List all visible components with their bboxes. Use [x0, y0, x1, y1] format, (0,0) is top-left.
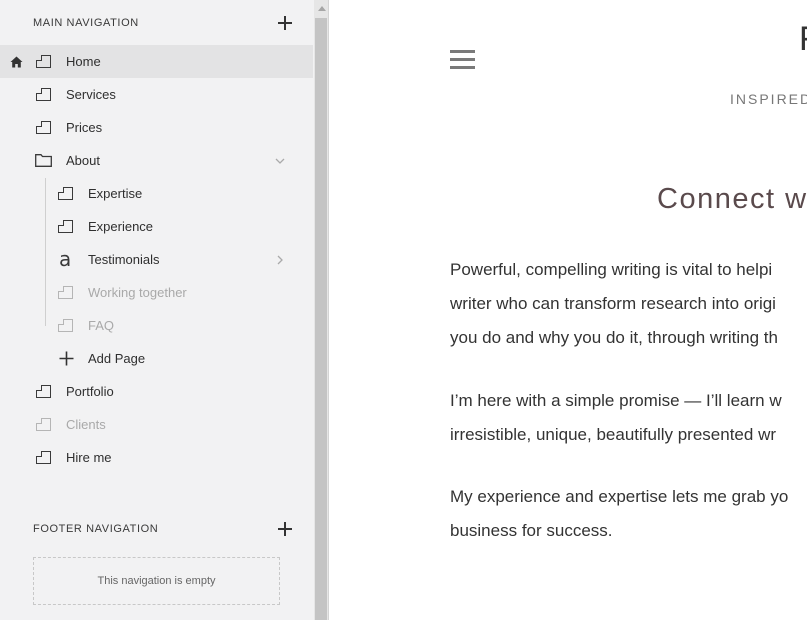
chevron-down-icon[interactable]: [275, 156, 285, 166]
paragraph-line: business for success.: [450, 521, 613, 540]
nav-item-label: Clients: [66, 417, 106, 432]
page-icon: [57, 285, 73, 299]
page-heading: Connect w: [657, 183, 807, 215]
paragraph-line: My experience and expertise lets me grab…: [450, 487, 789, 506]
page-icon: [35, 417, 51, 431]
add-page-label: Add Page: [88, 351, 146, 366]
paragraph-line: irresistible, unique, beautifully presen…: [450, 425, 777, 444]
main-navigation-title: MAIN NAVIGATION: [33, 17, 139, 29]
nav-item-services[interactable]: Services: [0, 78, 313, 111]
main-navigation-header: MAIN NAVIGATION: [33, 13, 293, 33]
footer-navigation-empty-state: This navigation is empty: [33, 557, 280, 605]
empty-state-text: This navigation is empty: [97, 575, 216, 587]
nav-item-label: Testimonials: [88, 252, 160, 267]
nav-item-about[interactable]: About: [0, 144, 313, 177]
page-icon: [35, 450, 51, 464]
svg-text:a: a: [59, 250, 71, 270]
plus-icon: [59, 351, 74, 366]
nav-item-label: Services: [66, 87, 116, 102]
paragraph-line: Powerful, compelling writing is vital to…: [450, 260, 773, 279]
paragraph-line: you do and why you do it, through writin…: [450, 328, 778, 347]
add-footer-navigation-item-button[interactable]: [277, 521, 293, 537]
nav-item-label: FAQ: [88, 318, 115, 333]
site-preview: F INSPIRED Connect w Powerful, compellin…: [330, 0, 807, 620]
nav-item-home[interactable]: Home: [0, 45, 313, 78]
scroll-up-arrow-icon[interactable]: [318, 6, 326, 11]
nav-item-label: Expertise: [88, 186, 143, 201]
page-icon: [35, 120, 51, 134]
nav-item-label: About: [66, 153, 100, 168]
page-icon: [57, 219, 73, 233]
paragraph-1: Powerful, compelling writing is vital to…: [450, 253, 807, 355]
footer-navigation-header: FOOTER NAVIGATION: [33, 519, 293, 539]
page-icon: [35, 87, 51, 101]
folder-icon: [35, 154, 52, 167]
paragraph-line: writer who can transform research into o…: [450, 294, 776, 313]
page-icon: [35, 384, 51, 398]
home-icon: [10, 56, 23, 68]
page-sidebar: MAIN NAVIGATION Home Services Prices Abo…: [0, 0, 314, 620]
nav-item-portfolio[interactable]: Portfolio: [0, 375, 313, 408]
menu-icon[interactable]: [450, 50, 476, 69]
sidebar-scrollbar[interactable]: [314, 0, 329, 620]
nav-item-hire-me[interactable]: Hire me: [0, 441, 313, 474]
add-page-button[interactable]: Add Page: [0, 342, 313, 375]
nav-item-label: Experience: [88, 219, 154, 234]
nav-item-label: Working together: [88, 285, 187, 300]
nav-item-label: Prices: [66, 120, 103, 135]
site-tagline: INSPIRED: [730, 91, 807, 107]
text-block-icon: a: [59, 250, 71, 270]
nav-item-experience[interactable]: Experience: [0, 210, 313, 243]
site-title[interactable]: F: [799, 20, 807, 59]
nav-item-testimonials[interactable]: a Testimonials: [0, 243, 313, 276]
scrollbar-thumb[interactable]: [315, 18, 327, 620]
paragraph-2: I’m here with a simple promise — I’ll le…: [450, 384, 807, 452]
page-icon: [57, 186, 73, 200]
nav-item-label: Portfolio: [66, 384, 114, 399]
paragraph-line: I’m here with a simple promise — I’ll le…: [450, 391, 782, 410]
nav-item-label: Home: [66, 54, 101, 69]
paragraph-3: My experience and expertise lets me grab…: [450, 480, 807, 548]
page-icon: [35, 54, 51, 68]
add-main-navigation-item-button[interactable]: [277, 15, 293, 31]
nav-item-label: Hire me: [66, 450, 112, 465]
chevron-right-icon[interactable]: [275, 255, 285, 265]
nav-item-faq[interactable]: FAQ: [0, 309, 313, 342]
nav-item-clients[interactable]: Clients: [0, 408, 313, 441]
footer-navigation-title: FOOTER NAVIGATION: [33, 523, 159, 535]
nav-item-expertise[interactable]: Expertise: [0, 177, 313, 210]
nav-item-working-together[interactable]: Working together: [0, 276, 313, 309]
page-icon: [57, 318, 73, 332]
nav-item-prices[interactable]: Prices: [0, 111, 313, 144]
